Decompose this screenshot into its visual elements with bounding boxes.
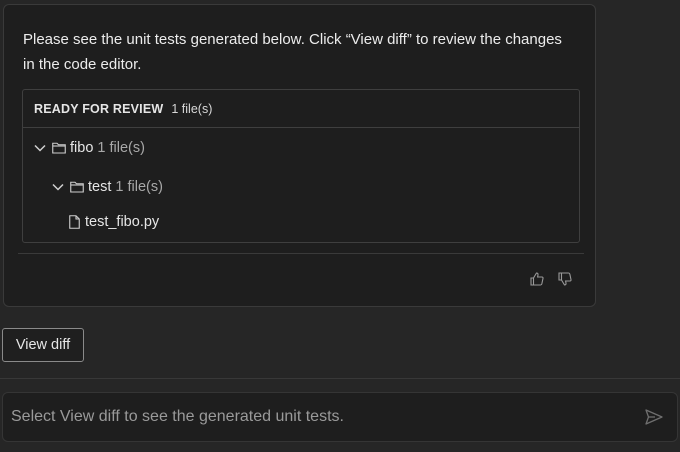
- assistant-message-card: Please see the unit tests generated belo…: [3, 4, 596, 307]
- review-title: READY FOR REVIEW: [34, 101, 164, 116]
- chevron-down-icon: [33, 144, 47, 152]
- file-icon: [67, 215, 81, 229]
- tree-folder-fibo[interactable]: fibo 1 file(s): [33, 140, 145, 156]
- review-header: READY FOR REVIEW 1 file(s): [23, 90, 579, 128]
- review-count: 1 file(s): [171, 101, 213, 116]
- chat-input-box: [2, 392, 678, 442]
- tree-item-count: 1 file(s): [115, 179, 163, 195]
- tree-item-label: fibo: [70, 140, 94, 156]
- view-diff-button[interactable]: View diff: [2, 328, 84, 362]
- tree-item-count: 1 file(s): [97, 140, 145, 156]
- tree-folder-test[interactable]: test 1 file(s): [51, 179, 163, 195]
- review-panel: READY FOR REVIEW 1 file(s) fibo 1 file(s…: [22, 89, 580, 243]
- send-icon[interactable]: [645, 408, 663, 426]
- thumbs-up-icon[interactable]: [529, 271, 545, 287]
- input-separator: [0, 378, 680, 379]
- folder-icon: [52, 142, 66, 154]
- chevron-down-icon: [51, 183, 65, 191]
- tree-file-test-fibo[interactable]: test_fibo.py: [67, 214, 159, 230]
- message-text: Please see the unit tests generated belo…: [23, 31, 562, 73]
- chat-input[interactable]: [11, 393, 631, 441]
- tree-item-label: test_fibo.py: [85, 214, 160, 230]
- tree-item-label: test: [88, 179, 112, 195]
- thumbs-down-icon[interactable]: [557, 271, 573, 287]
- folder-icon: [70, 181, 84, 193]
- card-divider: [18, 253, 584, 254]
